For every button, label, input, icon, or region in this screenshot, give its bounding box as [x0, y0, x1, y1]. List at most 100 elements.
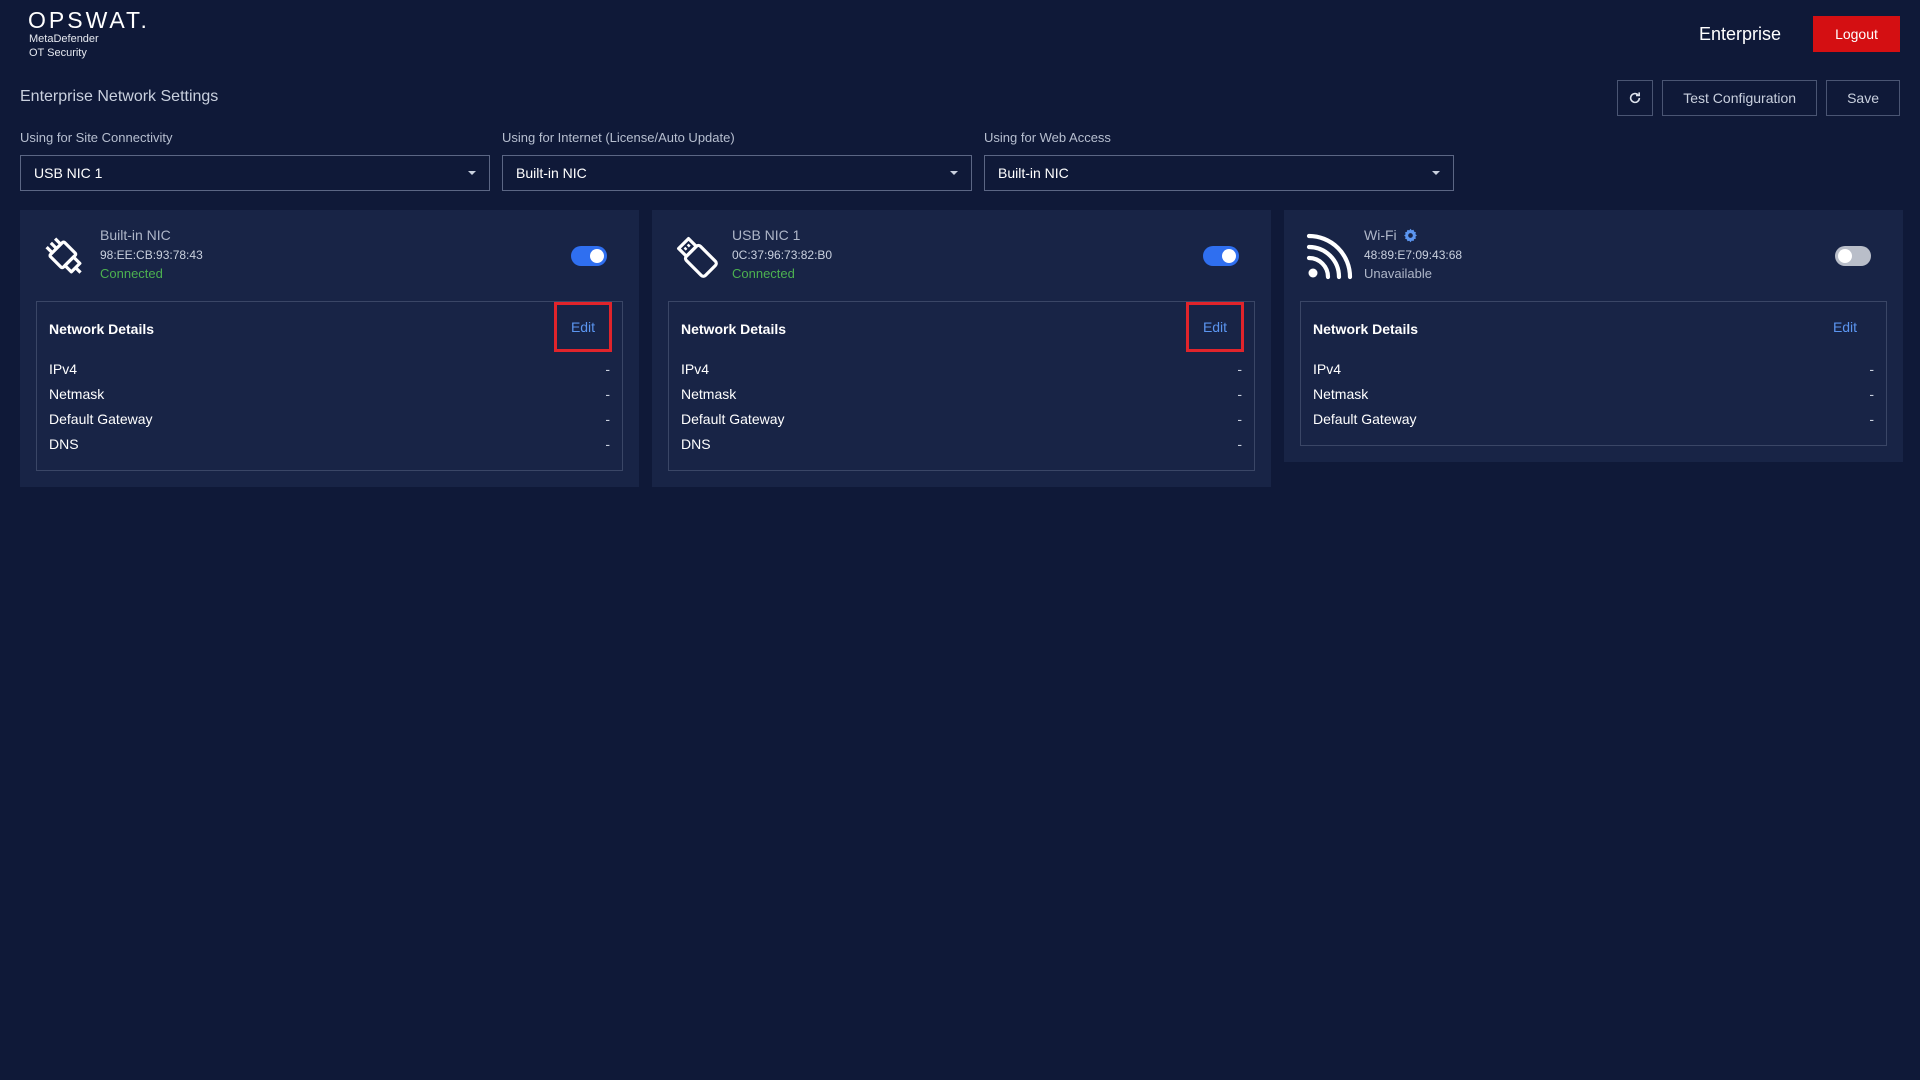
- nic-status: Connected: [100, 266, 163, 281]
- opswat-logo: OPSWAT. MetaDefender OT Security: [28, 8, 150, 60]
- detail-row-ipv4: IPv4 -: [49, 356, 610, 381]
- detail-value: -: [1237, 435, 1242, 452]
- network-details-title: Network Details: [49, 321, 155, 337]
- network-details-title: Network Details: [1313, 321, 1419, 337]
- toolbar: Test Configuration Save: [1617, 80, 1900, 116]
- select-label: Using for Web Access: [984, 130, 1111, 145]
- detail-value: -: [605, 360, 610, 377]
- detail-label: Default Gateway: [1313, 410, 1417, 427]
- toggle-knob: [590, 249, 604, 263]
- detail-label: DNS: [681, 435, 711, 452]
- page-title: Enterprise Network Settings: [20, 88, 219, 105]
- nic-name-text: USB NIC 1: [732, 227, 801, 243]
- select-value: Built-in NIC: [516, 165, 587, 181]
- mode-label: Enterprise: [1698, 23, 1781, 44]
- gear-icon[interactable]: [1403, 228, 1418, 243]
- detail-value: -: [1237, 410, 1242, 427]
- nic-name: USB NIC 1: [732, 226, 832, 244]
- detail-row-netmask: Netmask -: [49, 381, 610, 406]
- usb-drive-icon: [677, 237, 718, 278]
- detail-label: Netmask: [49, 385, 105, 402]
- detail-row-gateway: Default Gateway -: [1313, 406, 1874, 431]
- nic-status: Unavailable: [1364, 266, 1432, 281]
- detail-value: -: [1869, 385, 1874, 402]
- detail-row-netmask: Netmask -: [1313, 381, 1874, 406]
- nic-card-header: Wi-Fi 48:89:E7:09:43:68 Unavailable: [1300, 226, 1887, 301]
- detail-label: Netmask: [1313, 385, 1369, 402]
- nic-enable-toggle[interactable]: [571, 246, 607, 266]
- network-details-panel: Network Details Edit IPv4 - Netmask - Defa…: [668, 301, 1255, 471]
- network-details-panel: Network Details Edit IPv4 - Netmask - Defa…: [36, 301, 623, 471]
- nic-name: Built-in NIC: [100, 226, 203, 244]
- nic-name: Wi-Fi: [1364, 226, 1462, 244]
- detail-value: -: [1869, 410, 1874, 427]
- nic-mac: 48:89:E7:09:43:68: [1364, 248, 1463, 262]
- nic-cards: Built-in NIC 98:EE:CB:93:78:43 Connected…: [20, 210, 1903, 487]
- nic-status: Connected: [732, 266, 795, 281]
- select-label: Using for Internet (License/Auto Update): [502, 130, 735, 145]
- network-details-panel: Network Details Edit IPv4 - Netmask - Defa…: [1300, 301, 1887, 446]
- logout-button[interactable]: Logout: [1813, 16, 1900, 52]
- nic-card-header: Built-in NIC 98:EE:CB:93:78:43 Connected: [36, 226, 623, 301]
- nic-mac: 98:EE:CB:93:78:43: [100, 248, 203, 262]
- detail-label: DNS: [49, 435, 79, 452]
- detail-row-dns: DNS -: [681, 431, 1242, 456]
- detail-row-gateway: Default Gateway -: [681, 406, 1242, 431]
- refresh-button[interactable]: [1617, 80, 1654, 116]
- detail-row-ipv4: IPv4 -: [681, 356, 1242, 381]
- internet-select-group: Using for Internet (License/Auto Update)…: [502, 130, 972, 191]
- nic-card-built-in: Built-in NIC 98:EE:CB:93:78:43 Connected…: [20, 210, 639, 487]
- ethernet-plug-icon: [45, 237, 82, 274]
- detail-label: Default Gateway: [49, 410, 153, 427]
- nic-enable-toggle[interactable]: [1203, 246, 1239, 266]
- chevron-down-icon: [1432, 171, 1440, 175]
- web-access-select[interactable]: Built-in NIC: [984, 155, 1454, 191]
- edit-button[interactable]: Edit: [1186, 302, 1244, 352]
- detail-value: -: [605, 435, 610, 452]
- nic-card-usb: USB NIC 1 0C:37:96:73:82:B0 Connected Ne…: [652, 210, 1271, 487]
- nic-info: Wi-Fi 48:89:E7:09:43:68 Unavailable: [1364, 226, 1462, 282]
- toggle-knob: [1838, 249, 1852, 263]
- edit-button[interactable]: Edit: [554, 302, 612, 352]
- chevron-down-icon: [950, 171, 958, 175]
- nic-enable-toggle[interactable]: [1835, 246, 1871, 266]
- nic-info: USB NIC 1 0C:37:96:73:82:B0 Connected: [732, 226, 832, 282]
- nic-name-text: Built-in NIC: [100, 227, 171, 243]
- detail-value: -: [1869, 360, 1874, 377]
- internet-select[interactable]: Built-in NIC: [502, 155, 972, 191]
- detail-label: Default Gateway: [681, 410, 785, 427]
- detail-row-netmask: Netmask -: [681, 381, 1242, 406]
- nic-card-header: USB NIC 1 0C:37:96:73:82:B0 Connected: [668, 226, 1255, 301]
- select-label: Using for Site Connectivity: [20, 130, 173, 145]
- nic-name-text: Wi-Fi: [1364, 227, 1397, 243]
- select-value: USB NIC 1: [34, 165, 103, 181]
- chevron-down-icon: [468, 171, 476, 175]
- select-value: Built-in NIC: [998, 165, 1069, 181]
- detail-value: -: [1237, 385, 1242, 402]
- web-access-select-group: Using for Web Access Built-in NIC: [984, 130, 1454, 191]
- logo-product-line1: MetaDefender: [29, 33, 99, 45]
- logo-wordmark: OPSWAT.: [28, 7, 150, 33]
- refresh-icon: [1630, 92, 1641, 104]
- wifi-icon: [1306, 233, 1353, 280]
- logo-product-line2: OT Security: [29, 47, 87, 59]
- detail-label: IPv4: [1313, 360, 1342, 377]
- detail-value: -: [605, 385, 610, 402]
- network-details-header: Network Details Edit: [49, 302, 612, 356]
- nic-usage-selects: Using for Site Connectivity USB NIC 1 Us…: [20, 130, 1454, 191]
- site-connectivity-select-group: Using for Site Connectivity USB NIC 1: [20, 130, 490, 191]
- detail-label: IPv4: [49, 360, 78, 377]
- toggle-knob: [1222, 249, 1236, 263]
- top-bar: OPSWAT. MetaDefender OT Security Enterpr…: [0, 0, 1920, 66]
- detail-row-ipv4: IPv4 -: [1313, 356, 1874, 381]
- network-details-header: Network Details Edit: [1313, 302, 1874, 356]
- detail-label: Netmask: [681, 385, 737, 402]
- network-details-header: Network Details Edit: [681, 302, 1244, 356]
- edit-button[interactable]: Edit: [1816, 302, 1874, 352]
- detail-row-dns: DNS -: [49, 431, 610, 456]
- save-button[interactable]: Save: [1826, 80, 1900, 116]
- site-connectivity-select[interactable]: USB NIC 1: [20, 155, 490, 191]
- test-configuration-button[interactable]: Test Configuration: [1662, 80, 1818, 116]
- nic-info: Built-in NIC 98:EE:CB:93:78:43 Connected: [100, 226, 203, 282]
- network-details-title: Network Details: [681, 321, 787, 337]
